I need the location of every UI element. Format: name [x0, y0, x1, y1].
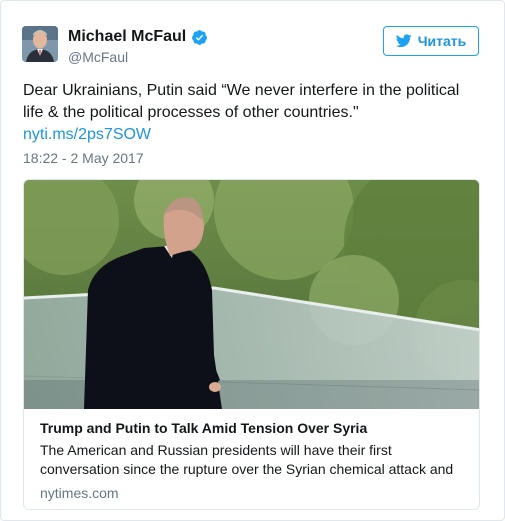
card-image: [24, 180, 479, 409]
card-domain: nytimes.com: [40, 485, 119, 501]
tweet-timestamp[interactable]: 18:22 - 2 May 2017: [23, 150, 144, 166]
card-description: The American and Russian presidents will…: [40, 442, 454, 477]
tweet-link[interactable]: nyti.ms/2ps7SOW: [23, 124, 151, 146]
follow-button-label: Читать: [417, 33, 467, 49]
display-name[interactable]: Michael McFaul: [68, 28, 186, 46]
avatar[interactable]: [22, 26, 58, 62]
link-preview-card[interactable]: Trump and Putin to Talk Amid Tension Ove…: [23, 179, 480, 510]
author-name-row[interactable]: Michael McFaul: [68, 28, 208, 46]
twitter-bird-icon: [395, 34, 412, 48]
avatar-image: [22, 26, 58, 62]
author-handle[interactable]: @McFaul: [68, 49, 128, 65]
tweet-text: Dear Ukrainians, Putin said “We never in…: [23, 82, 460, 121]
card-title: Trump and Putin to Talk Amid Tension Ove…: [40, 420, 368, 436]
tweet-card: Michael McFaul @McFaul Читать Dear Ukrai…: [0, 0, 505, 521]
follow-button[interactable]: Читать: [383, 26, 479, 56]
verified-badge-icon: [191, 29, 208, 46]
